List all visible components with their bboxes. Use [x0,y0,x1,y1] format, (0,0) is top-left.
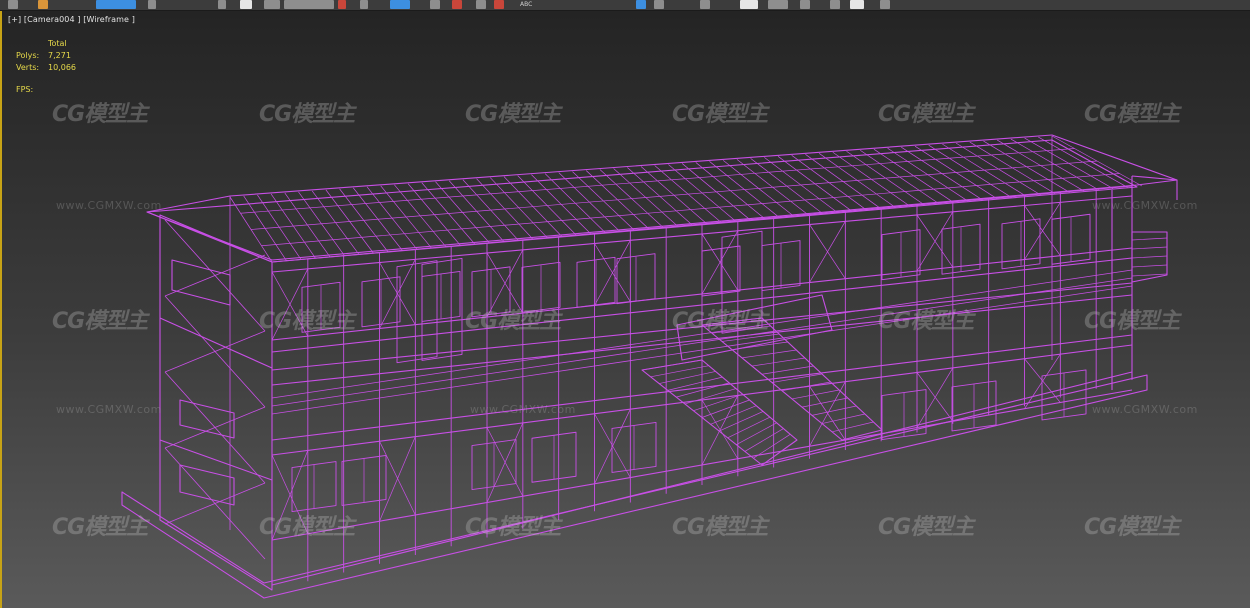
stats-polys-row: Polys: 7,271 [16,50,76,62]
watermark-logo: CG模型主 [259,515,355,540]
building-wireframe-model [121,134,1178,599]
watermark-url: www.CGMXW.com [470,403,576,416]
schematic-view-icon[interactable] [800,0,810,9]
link-icon[interactable] [38,0,48,9]
watermark-logo: CG模型主 [465,515,561,540]
stats-verts-value: 10,066 [48,63,76,72]
viewport-shading-menu[interactable]: [Wireframe ] [83,15,135,24]
edit-named-selection-label[interactable]: ABC [520,0,532,9]
viewport-label: [+] [Camera004 ] [Wireframe ] [8,15,135,24]
watermark-logo: CG模型主 [672,515,768,540]
keyboard-shortcut-toggle[interactable] [390,0,410,9]
percent-snap-icon[interactable] [476,0,486,9]
watermark-url: www.CGMXW.com [56,199,162,212]
watermark-logo: CG模型主 [1084,102,1180,127]
snaps-toggle-icon[interactable] [430,0,440,9]
select-filter-dropdown[interactable] [96,0,136,9]
watermark-logo: CG模型主 [1084,309,1180,334]
viewport-statistics: Total Polys: 7,271 Verts: 10,066 FPS: [16,38,76,96]
watermark-logo: CG模型主 [878,309,974,334]
angle-snap-icon[interactable] [452,0,462,9]
ribbon-toggle-icon[interactable] [740,0,758,9]
watermark-logo: CG模型主 [465,309,561,334]
watermark-url: www.CGMXW.com [1092,199,1198,212]
watermark-url: www.CGMXW.com [1092,403,1198,416]
move-icon[interactable] [218,0,226,9]
watermark-logo: CG模型主 [52,102,148,127]
spinner-snap-icon[interactable] [494,0,504,9]
render-icon[interactable] [880,0,890,9]
stats-fps: FPS: [16,85,34,94]
watermark-logo: CG模型主 [1084,515,1180,540]
viewport-camera004[interactable]: CG模型主 CG模型主 CG模型主 CG模型主 CG模型主 CG模型主 www.… [0,11,1250,608]
viewport-point-of-view-menu[interactable]: [Camera004 ] [24,15,81,24]
watermark-logo: CG模型主 [672,102,768,127]
layer-explorer-icon[interactable] [700,0,710,9]
watermark-logo: CG模型主 [259,309,355,334]
watermark-logo: CG模型主 [52,309,148,334]
select-icon[interactable] [148,0,156,9]
snap-icon[interactable] [360,0,368,9]
stats-header: Total [48,39,67,48]
mirror-icon[interactable] [636,0,646,9]
stats-polys-label: Polys: [16,51,40,60]
curve-editor-icon[interactable] [768,0,788,9]
rotate-icon[interactable] [240,0,252,9]
stats-verts-row: Verts: 10,066 [16,62,76,74]
pivot-icon[interactable] [338,0,346,9]
stats-verts-label: Verts: [16,63,40,72]
watermark-logo: CG模型主 [878,515,974,540]
watermark-logo: CG模型主 [878,102,974,127]
main-toolbar: ABC [0,0,1250,11]
watermark-logo: CG模型主 [465,102,561,127]
scale-icon[interactable] [264,0,280,9]
align-icon[interactable] [654,0,664,9]
watermark-url: www.CGMXW.com [56,403,162,416]
undo-icon[interactable] [8,0,18,9]
material-editor-icon[interactable] [830,0,840,9]
watermark-logo: CG模型主 [52,515,148,540]
stats-polys-value: 7,271 [48,51,71,60]
watermark-logo: CG模型主 [672,309,768,334]
viewport-general-menu[interactable]: [+] [8,15,21,24]
render-setup-icon[interactable] [850,0,864,9]
reference-coordinate-dropdown[interactable] [284,0,334,9]
watermark-logo: CG模型主 [259,102,355,127]
